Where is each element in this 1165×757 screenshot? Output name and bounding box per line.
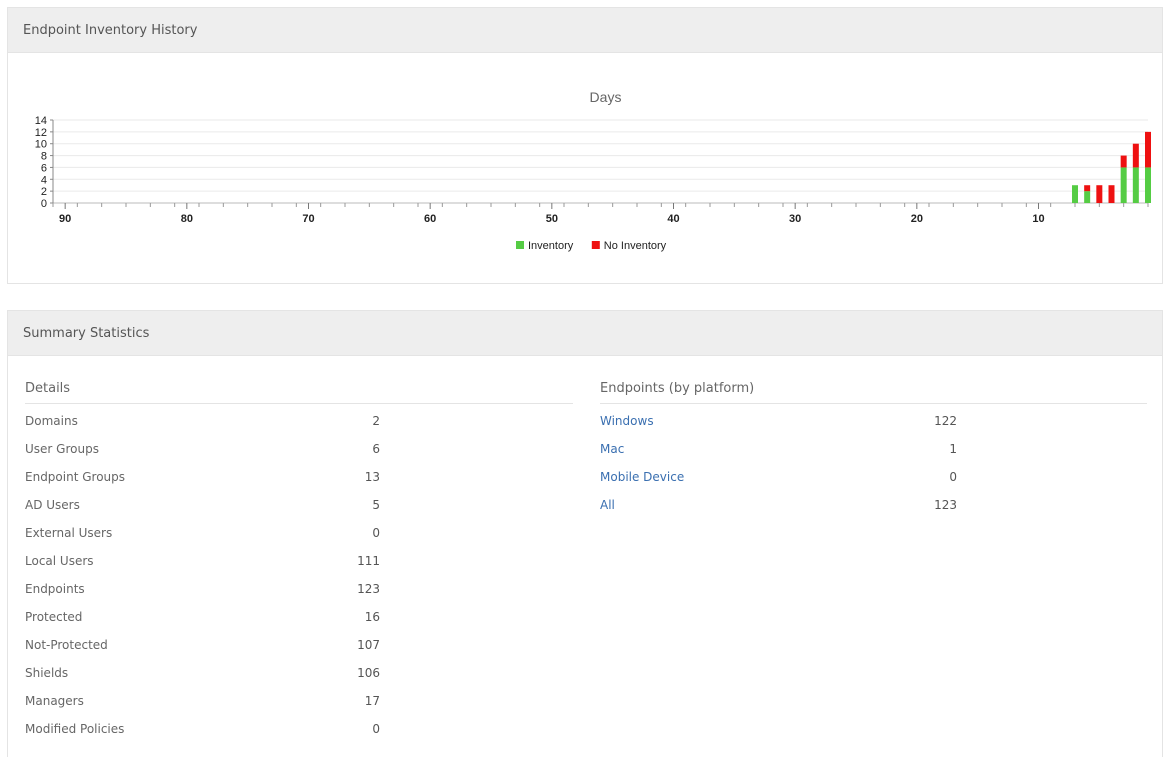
bar-no-inventory (1084, 185, 1091, 192)
platform-row[interactable]: All 123 (600, 495, 957, 515)
detail-label: Local Users (25, 554, 94, 568)
y-tick-label: 14 (35, 115, 47, 127)
details-title: Details (25, 381, 573, 404)
detail-row: Modified Policies 0 (25, 719, 380, 739)
summary-statistics-panel: Summary Statistics Details Domains 2 User … (7, 310, 1163, 757)
detail-row: User Groups 6 (25, 439, 380, 459)
y-tick-label: 0 (41, 198, 47, 210)
panel-title: Endpoint Inventory History (8, 8, 1162, 53)
detail-row: Endpoints 123 (25, 579, 380, 599)
x-tick-label: 20 (911, 213, 923, 225)
detail-value: 107 (357, 638, 380, 652)
bar-no-inventory (1108, 185, 1115, 203)
detail-row: AD Users 5 (25, 495, 380, 515)
bar-inventory (1145, 167, 1151, 203)
detail-row: Protected 16 (25, 607, 380, 627)
platforms-title: Endpoints (by platform) (600, 381, 1147, 404)
detail-value: 123 (357, 582, 380, 596)
endpoint-inventory-history-panel: Endpoint Inventory History Days 0 2 4 6 8 10 12… (7, 7, 1163, 284)
x-tick-label: 10 (1032, 213, 1044, 225)
platform-row[interactable]: Mac 1 (600, 439, 957, 459)
legend-swatch (591, 241, 600, 249)
x-tick-label: 90 (59, 213, 71, 225)
detail-value: 6 (372, 442, 380, 456)
detail-value: 16 (364, 610, 380, 624)
platform-link[interactable]: All (600, 495, 615, 515)
bar-no-inventory (1120, 155, 1127, 168)
y-tick-label: 4 (41, 174, 47, 186)
platform-count: 123 (934, 498, 957, 512)
y-tick-label: 8 (41, 151, 47, 163)
detail-label: Endpoints (25, 582, 85, 596)
detail-row: Domains 2 (25, 411, 380, 431)
detail-value: 106 (357, 666, 380, 680)
x-tick-label: 40 (667, 213, 679, 225)
y-tick-label: 12 (35, 127, 47, 139)
detail-value: 0 (372, 722, 380, 736)
platform-link[interactable]: Mobile Device (600, 467, 684, 487)
y-tick-label: 6 (41, 162, 47, 174)
platform-count: 1 (949, 442, 957, 456)
detail-label: Protected (25, 610, 83, 624)
detail-value: 0 (372, 526, 380, 540)
legend-swatch (516, 241, 524, 249)
detail-row: Managers 17 (25, 691, 380, 711)
detail-label: Endpoint Groups (25, 470, 126, 484)
legend-label: No Inventory (604, 240, 667, 252)
detail-row: External Users 0 (25, 523, 380, 543)
detail-row: Shields 106 (25, 663, 380, 683)
x-tick-label: 50 (546, 213, 558, 225)
bar-no-inventory (1096, 185, 1103, 203)
bar-inventory (1072, 185, 1078, 203)
legend-label: Inventory (528, 240, 574, 252)
platform-row[interactable]: Mobile Device 0 (600, 467, 957, 487)
detail-label: Domains (25, 414, 78, 428)
platform-link[interactable]: Windows (600, 411, 654, 431)
x-tick-label: 80 (181, 213, 193, 225)
panel-title: Summary Statistics (8, 311, 1162, 356)
x-tick-label: 60 (424, 213, 436, 225)
x-tick-label: 70 (302, 213, 314, 225)
detail-value: 17 (364, 694, 380, 708)
bar-inventory (1084, 191, 1091, 203)
bar-no-inventory (1132, 143, 1139, 168)
detail-value: 111 (357, 554, 380, 568)
detail-row: Endpoint Groups 13 (25, 467, 380, 487)
y-tick-label: 2 (41, 186, 47, 198)
platform-count: 0 (949, 470, 957, 484)
detail-row: Not-Protected 107 (25, 635, 380, 655)
detail-label: Managers (25, 694, 84, 708)
x-tick-label: 30 (789, 213, 801, 225)
chart-title: Days (590, 89, 622, 105)
detail-row: Local Users 111 (25, 551, 380, 571)
platform-row[interactable]: Windows 122 (600, 411, 957, 431)
platform-link[interactable]: Mac (600, 439, 624, 459)
detail-label: Shields (25, 666, 69, 680)
bar-inventory (1132, 167, 1139, 203)
bar-inventory (1120, 167, 1127, 203)
platform-count: 122 (934, 414, 957, 428)
detail-label: Modified Policies (25, 722, 125, 736)
detail-label: External Users (25, 526, 113, 540)
detail-label: AD Users (25, 498, 80, 512)
detail-label: User Groups (25, 442, 99, 456)
y-tick-label: 10 (35, 139, 47, 151)
detail-value: 2 (372, 414, 380, 428)
inventory-history-chart: Days0246810121490 80 70 60 50 40 30 20 10Invento… (35, 89, 1151, 252)
detail-value: 13 (364, 470, 380, 484)
detail-label: Not-Protected (25, 638, 108, 652)
detail-value: 5 (372, 498, 380, 512)
bar-no-inventory (1145, 131, 1151, 168)
